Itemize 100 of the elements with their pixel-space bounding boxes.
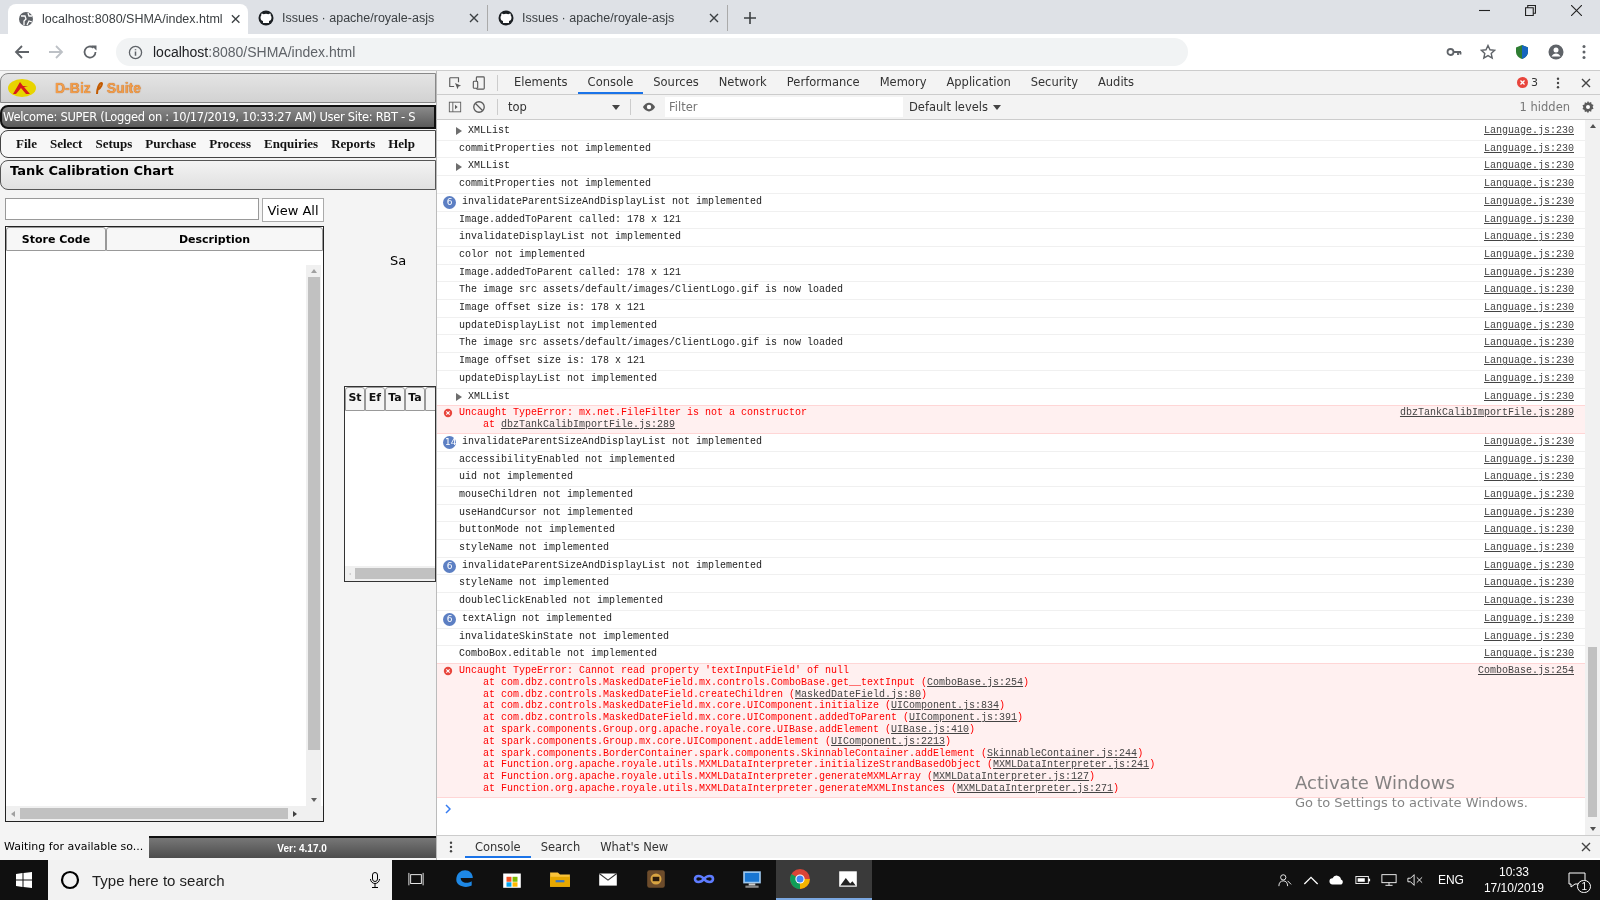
scroll-down-arrow-icon[interactable] xyxy=(309,797,318,803)
task-view-icon[interactable] xyxy=(408,872,424,888)
menu-item[interactable]: Purchase xyxy=(145,136,197,152)
source-link[interactable]: Language.js:230 xyxy=(1484,193,1574,211)
menu-item[interactable]: Reports xyxy=(331,136,376,152)
notification-center-button[interactable]: 1 xyxy=(1554,860,1600,900)
close-icon[interactable] xyxy=(709,13,719,23)
source-link[interactable]: dbzTankCalibImportFile.js:289 xyxy=(1399,407,1574,420)
browser-tab[interactable]: Issues · apache/royale-asjs xyxy=(248,5,488,31)
source-link[interactable]: Language.js:230 xyxy=(1484,282,1574,300)
drawer-tab[interactable]: What's New xyxy=(590,836,679,858)
close-icon[interactable] xyxy=(1581,841,1591,853)
menu-item[interactable]: Process xyxy=(209,136,251,152)
source-link[interactable]: Language.js:230 xyxy=(1484,335,1574,353)
devtools-tab[interactable]: Security xyxy=(1020,71,1088,94)
address-field[interactable]: localhost:8080/SHMA/index.html xyxy=(116,38,1188,66)
column-header[interactable]: Description xyxy=(106,227,323,251)
devtools-tab[interactable]: Application xyxy=(936,71,1021,94)
column-header[interactable] xyxy=(425,387,435,411)
star-icon[interactable] xyxy=(1480,44,1496,60)
source-link[interactable]: Language.js:230 xyxy=(1484,176,1574,193)
close-icon[interactable] xyxy=(230,14,240,24)
source-link[interactable]: Language.js:230 xyxy=(1484,522,1574,540)
source-link[interactable]: ComboBase.js:254 xyxy=(1478,665,1574,677)
source-link[interactable]: Language.js:230 xyxy=(1484,317,1574,335)
menu-icon[interactable] xyxy=(1582,44,1586,60)
source-link[interactable]: Language.js:230 xyxy=(1484,628,1574,646)
source-link[interactable]: MXMLDataInterpreter.js:271 xyxy=(957,782,1114,794)
vertical-scrollbar[interactable] xyxy=(1585,120,1600,835)
shield-extension-icon[interactable] xyxy=(1514,44,1530,60)
taskbar-app-button[interactable] xyxy=(824,860,872,900)
column-header[interactable]: Ef xyxy=(365,387,385,411)
menu-item[interactable]: File xyxy=(16,136,37,152)
network-icon[interactable] xyxy=(1380,873,1397,887)
expand-triangle-icon[interactable] xyxy=(456,392,462,401)
language-indicator[interactable]: ENG xyxy=(1437,873,1464,887)
source-link[interactable]: Language.js:230 xyxy=(1484,140,1574,158)
windows-start-icon[interactable] xyxy=(16,872,32,888)
column-header[interactable]: Ta xyxy=(405,387,425,411)
profile-icon[interactable] xyxy=(1548,44,1564,60)
settings-icon[interactable] xyxy=(1581,100,1595,114)
scrollbar-thumb[interactable] xyxy=(1588,647,1597,817)
menu-item[interactable]: Setups xyxy=(95,136,133,152)
source-link[interactable]: Language.js:230 xyxy=(1484,504,1574,522)
cloud-icon[interactable] xyxy=(1328,873,1345,887)
devtools-tab[interactable]: Elements xyxy=(504,71,578,94)
devtools-tab[interactable]: Network xyxy=(708,71,777,94)
source-link[interactable]: Language.js:230 xyxy=(1484,370,1574,388)
source-link[interactable]: Language.js:230 xyxy=(1484,540,1574,557)
back-arrow-icon[interactable] xyxy=(14,44,30,60)
battery-icon[interactable] xyxy=(1354,873,1371,887)
expand-triangle-icon[interactable] xyxy=(456,127,462,136)
clock[interactable]: 10:33 17/10/2019 xyxy=(1483,864,1544,896)
source-link[interactable]: dbzTankCalibImportFile.js:289 xyxy=(501,419,676,431)
browser-tab[interactable]: Issues · apache/royale-asjs xyxy=(488,5,728,31)
source-link[interactable]: Language.js:230 xyxy=(1484,610,1574,628)
drawer-tab[interactable]: Console xyxy=(465,836,531,858)
source-link[interactable]: Language.js:230 xyxy=(1484,229,1574,246)
view-all-button[interactable]: View All xyxy=(262,198,324,222)
context-selector[interactable]: top xyxy=(504,100,624,114)
source-link[interactable]: Language.js:230 xyxy=(1484,557,1574,575)
devtools-tab[interactable]: Sources xyxy=(643,71,709,94)
source-link[interactable]: Language.js:230 xyxy=(1484,300,1574,317)
people-icon[interactable] xyxy=(1276,873,1293,887)
log-levels-dropdown[interactable]: Default levels xyxy=(909,100,1001,114)
drawer-tab[interactable]: Search xyxy=(530,836,591,858)
source-link[interactable]: Language.js:230 xyxy=(1484,353,1574,370)
browser-tab[interactable]: localhost:8080/SHMA/index.html xyxy=(8,4,248,34)
source-link[interactable]: Language.js:230 xyxy=(1484,388,1574,406)
eye-icon[interactable] xyxy=(642,100,656,114)
device-toolbar-icon[interactable] xyxy=(472,75,486,90)
close-icon[interactable] xyxy=(1581,76,1591,89)
scroll-down-arrow-icon[interactable] xyxy=(1588,826,1597,832)
source-link[interactable]: Language.js:230 xyxy=(1484,469,1574,486)
source-link[interactable]: Language.js:230 xyxy=(1484,575,1574,593)
column-header[interactable]: St xyxy=(345,387,365,411)
source-link[interactable]: Language.js:230 xyxy=(1484,264,1574,282)
source-link[interactable]: UIComponent.js:2213 xyxy=(831,735,946,747)
new-tab-icon[interactable] xyxy=(744,12,756,24)
devtools-tab[interactable]: Performance xyxy=(776,71,870,94)
horizontal-scrollbar[interactable] xyxy=(6,806,323,821)
source-link[interactable]: Language.js:230 xyxy=(1484,451,1574,469)
column-header[interactable]: Ta xyxy=(385,387,405,411)
source-link[interactable]: UIComponent.js:834 xyxy=(891,700,1000,712)
source-link[interactable]: ComboBase.js:254 xyxy=(927,676,1024,688)
source-link[interactable]: Language.js:230 xyxy=(1484,246,1574,264)
taskbar-search-field[interactable]: Type here to search xyxy=(48,860,392,900)
search-field[interactable] xyxy=(5,198,259,220)
horizontal-scrollbar[interactable] xyxy=(345,566,435,581)
menu-item[interactable]: Select xyxy=(49,136,83,152)
menu-item[interactable]: Enquiries xyxy=(263,136,319,152)
source-link[interactable]: MXMLDataInterpreter.js:241 xyxy=(993,759,1150,771)
speaker-muted-icon[interactable] xyxy=(1406,873,1423,887)
sidebar-toggle-icon[interactable] xyxy=(448,100,462,114)
close-icon[interactable] xyxy=(1571,4,1582,16)
expand-triangle-icon[interactable] xyxy=(456,162,462,171)
devtools-tab[interactable]: Memory xyxy=(869,71,937,94)
source-link[interactable]: Language.js:230 xyxy=(1484,593,1574,610)
scroll-right-arrow-icon[interactable] xyxy=(292,809,298,818)
source-link[interactable]: MXMLDataInterpreter.js:127 xyxy=(933,771,1090,783)
